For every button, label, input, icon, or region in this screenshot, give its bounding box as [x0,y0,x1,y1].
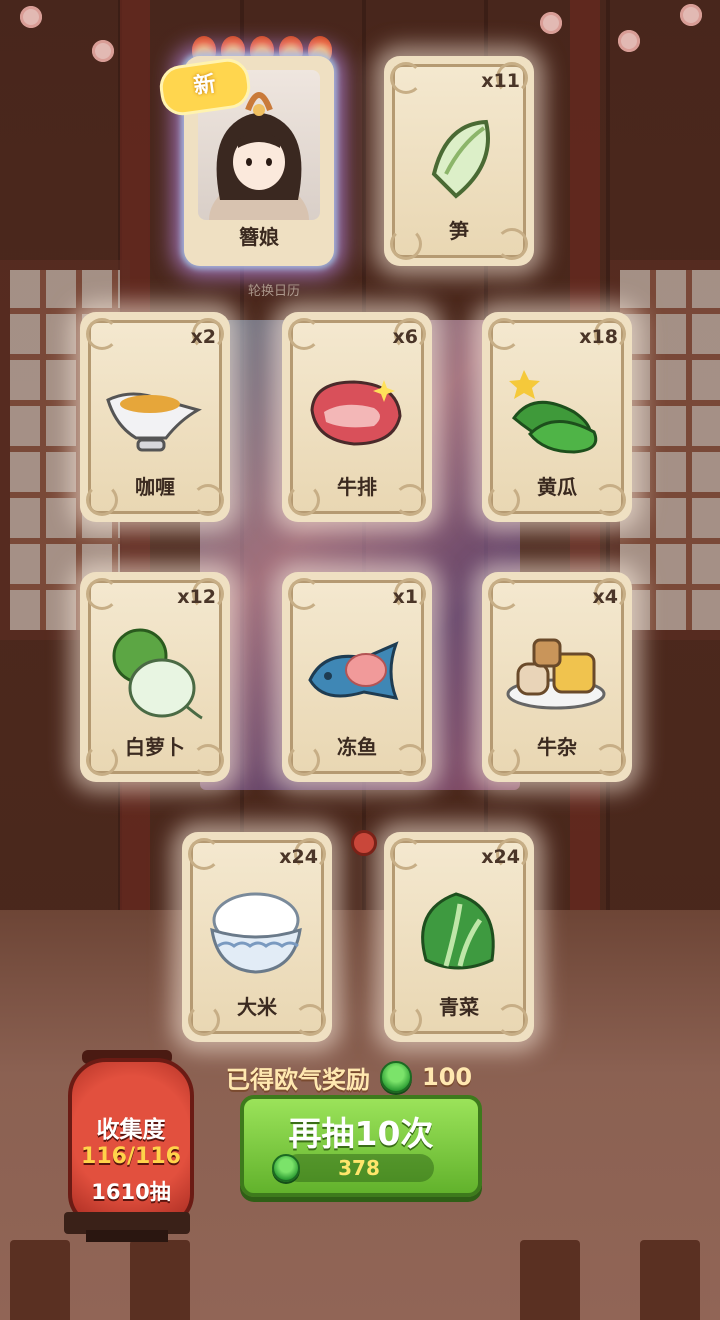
bamboo-shoot-icon [431,119,490,199]
swirl-ornament-icon [86,578,118,610]
draw-button-label: 再抽10次 [288,1114,434,1153]
swirl-ornament-icon [288,578,320,610]
card-count: x4 [592,586,618,608]
railing-post [10,1240,70,1320]
swirl-ornament-icon [288,318,320,350]
beef-offal-icon [506,638,606,710]
rotation-calendar-label: 轮换日历 [247,284,300,299]
green-coin-icon [380,1061,412,1093]
item-card-steak[interactable]: x6 牛排 [282,312,432,522]
blossom-icon [20,6,42,28]
swirl-ornament-icon [488,578,520,610]
gravy-boat-icon [106,392,202,452]
card-name: 簪娘 [239,225,279,249]
item-card-tripe[interactable]: x4 牛杂 [482,572,632,782]
green-coin-icon [272,1154,300,1182]
bok-choy-icon [421,892,495,970]
cucumber-icon [509,370,598,454]
card-name: 冻鱼 [337,735,377,759]
blossom-icon [540,12,562,34]
blossom-icon [680,4,702,26]
swirl-ornament-icon [390,62,422,94]
reward-line: 已得欧气奖励 100 [226,1060,472,1094]
white-radish-icon [112,628,203,720]
ornament-icon [351,830,377,856]
card-count: x1 [392,586,418,608]
swirl-ornament-icon [188,838,220,870]
card-count: x12 [177,586,216,608]
reward-label: 已得欧气奖励 [226,1065,370,1094]
card-count: x11 [481,70,520,92]
item-card-fish[interactable]: x1 冻鱼 [282,572,432,782]
railing-post [520,1240,580,1320]
card-name: 咖喱 [135,475,175,499]
card-name: 大米 [237,995,277,1019]
collection-title: 收集度 [96,1117,166,1143]
blossom-icon [92,40,114,62]
draw-ten-button[interactable]: 再抽10次 378 [240,1095,482,1197]
item-card-greens[interactable]: x24 青菜 [384,832,534,1042]
card-count: x24 [481,846,520,868]
card-name: 白萝卜 [125,735,185,759]
railing-post [640,1240,700,1320]
card-count: x18 [579,326,618,348]
lantern-stand [86,1230,168,1242]
card-count: x2 [190,326,216,348]
card-name: 笋 [449,219,469,243]
draw-cost: 378 [272,1154,434,1182]
swirl-ornament-icon [390,838,422,870]
card-name: 牛杂 [537,735,577,759]
swirl-ornament-icon [488,318,520,350]
blossom-icon [618,30,640,52]
card-name: 黄瓜 [537,475,577,499]
card-name: 牛排 [337,475,377,499]
draw-cost-value: 378 [338,1156,380,1180]
card-name: 青菜 [439,995,479,1019]
item-card-sun[interactable]: x11 笋 [384,56,534,266]
railing-post [130,1240,190,1320]
item-card-cucumber[interactable]: x18 黄瓜 [482,312,632,522]
item-card-curry[interactable]: x2 咖喱 [80,312,230,522]
swirl-ornament-icon [86,318,118,350]
collection-lantern[interactable]: 收集度 116/116 1610抽 [68,1058,194,1228]
item-card-rice[interactable]: x24 大米 [182,832,332,1042]
rice-bowl-icon [210,892,302,974]
item-card-radish[interactable]: x12 白萝卜 [80,572,230,782]
steak-icon [310,380,402,446]
sublabel-row: 轮换日历 [0,280,720,299]
total-pulls: 1610抽 [91,1180,171,1204]
card-count: x6 [392,326,418,348]
reward-value: 100 [422,1063,473,1091]
collection-progress: 116/116 [81,1144,181,1169]
card-count: x24 [279,846,318,868]
frozen-fish-icon [308,641,399,700]
